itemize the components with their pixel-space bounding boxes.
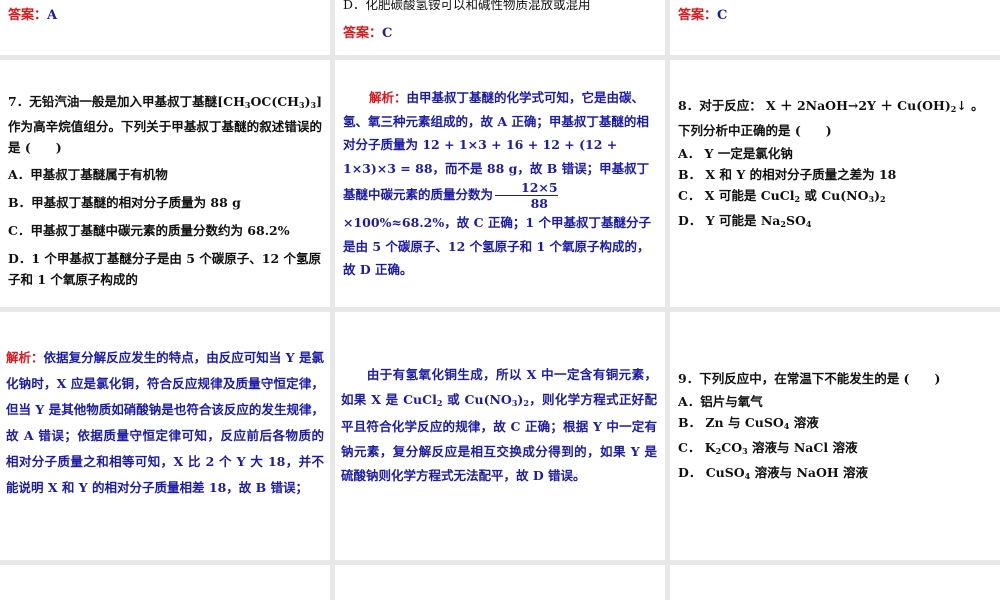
text-segment: OC(CH <box>250 94 299 109</box>
analysis-label: 解析： <box>6 350 44 365</box>
slide-analysis-8-part1[interactable]: 解析：依据复分解反应发生的特点，由反应可知当 Y 是氯化钠时，X 应是氯化铜，符… <box>0 312 330 560</box>
option: A．甲基叔丁基醚属于有机物 <box>8 167 168 182</box>
option: D． CuSO4 溶液与 NaOH 溶液 <box>678 462 992 487</box>
analysis-text: 依据复分解反应发生的特点，由反应可知当 Y 是氯化钠时，X 应是氯化铜，符合反应… <box>6 350 324 495</box>
text-segment: 或 Cu(NO <box>800 188 869 203</box>
option: A． Y 一定是氯化钠 <box>678 143 992 164</box>
option: C． K2CO3 溶液与 NaCl 溶液 <box>678 437 992 462</box>
option: C． X 可能是 CuCl2 或 Cu(NO3)2 <box>678 185 992 210</box>
text-segment: 溶液与 NaOH 溶液 <box>750 465 869 480</box>
text-segment: D． CuSO <box>678 465 745 480</box>
option: B．甲基叔丁基醚的相对分子质量为 88 g <box>8 195 241 210</box>
text-segment: SO <box>785 213 806 228</box>
slide-answer-c-1[interactable]: D．化肥碳酸氢铵可以和碱性物质混放或混用 答案：C <box>335 0 665 55</box>
answer-label: 答案： <box>678 8 718 23</box>
question-stem: 7．无铅汽油一般是加入甲基叔丁基醚[CH3OC(CH3)3] 作为高辛烷值组分。… <box>8 91 322 158</box>
text-segment: A．铝片与氧气 <box>678 394 763 409</box>
text-segment: CO <box>721 440 743 455</box>
answer-line: 答案：C <box>678 4 727 23</box>
slide-analysis-7[interactable]: 解析：由甲基叔丁基醚的化学式可知，它是由碳、氢、氧三种元素组成的，故 A 正确；… <box>335 60 665 307</box>
analysis-text-2: ×100%≈68.2%，故 C 正确；1 个甲基叔丁基醚分子是由 5 个碳原子、… <box>343 215 651 277</box>
option: B． Zn 与 CuSO4 溶液 <box>678 412 992 437</box>
question-options: A．甲基叔丁基醚属于有机物 B．甲基叔丁基醚的相对分子质量为 88 g C．甲基叔丁… <box>8 164 322 290</box>
text-segment: C． X 可能是 CuCl <box>678 188 795 203</box>
option: D． Y 可能是 Na2SO4 <box>678 210 992 235</box>
slide-answer-a[interactable]: 答案：A <box>0 0 330 55</box>
text-segment: 8．对于反应： X ＋ 2NaOH→2Y ＋ Cu(OH) <box>678 98 951 113</box>
slide-question-9[interactable]: 9．下列反应中，在常温下不能发生的是 ( ) A．铝片与氧气 B． Zn 与 Cu… <box>670 312 1000 560</box>
subscript: 2 <box>880 194 886 204</box>
option: B． X 和 Y 的相对分子质量之差为 18 <box>678 164 992 185</box>
option: A．铝片与氧气 <box>678 391 992 412</box>
slide-thumbnail-next-1[interactable] <box>0 565 330 600</box>
subscript: 4 <box>805 219 812 229</box>
slide-question-7[interactable]: 7．无铅汽油一般是加入甲基叔丁基醚[CH3OC(CH3)3] 作为高辛烷值组分。… <box>0 60 330 307</box>
question-stem: 9．下列反应中，在常温下不能发生的是 ( ) <box>678 368 992 389</box>
answer-line: 答案：A <box>8 4 57 23</box>
option-d: D．化肥碳酸氢铵可以和碱性物质混放或混用 <box>343 0 591 12</box>
answer-value: A <box>47 8 58 23</box>
text-segment: B． X 和 Y 的相对分子质量之差为 18 <box>678 167 897 182</box>
text-segment: 或 Cu(NO <box>442 391 512 407</box>
text-segment: 7．无铅汽油一般是加入甲基叔丁基醚 <box>8 94 218 109</box>
fraction-denominator: 88 <box>530 196 548 211</box>
text-segment: 溶液与 NaCl 溶液 <box>747 440 858 455</box>
fraction-numerator: 12×5 <box>495 180 558 196</box>
question-options: A．铝片与氧气 B． Zn 与 CuSO4 溶液 C． K2CO3 溶液与 NaCl… <box>678 391 992 487</box>
text-segment: [CH <box>217 94 245 109</box>
text-segment: D． Y 可能是 Na <box>678 213 781 228</box>
answer-value: C <box>382 26 393 41</box>
text-segment: C． K <box>678 440 716 455</box>
slide-thumbnail-next-2[interactable] <box>335 565 665 600</box>
question-stem: 8．对于反应： X ＋ 2NaOH→2Y ＋ Cu(OH)2↓ 。下列分析中正确… <box>678 95 992 141</box>
answer-label: 答案： <box>8 8 48 23</box>
text-segment: B． Zn 与 CuSO <box>678 415 784 430</box>
analysis-text: 由于有氢氧化铜生成，所以 X 中一定含有铜元素，如果 X 是 CuCl2 或 C… <box>341 363 657 489</box>
fraction: 12×5 88 <box>495 180 558 211</box>
slide-analysis-8-part2[interactable]: 由于有氢氧化铜生成，所以 X 中一定含有铜元素，如果 X 是 CuCl2 或 C… <box>335 312 665 560</box>
text-segment: 溶液 <box>789 415 819 430</box>
text-segment: A． Y 一定是氯化钠 <box>678 146 793 161</box>
slide-thumbnail-next-3[interactable] <box>670 565 1000 600</box>
option: C．甲基叔丁基醚中碳元素的质量分数约为 68.2% <box>8 223 290 238</box>
answer-line: 答案：C <box>343 22 392 41</box>
analysis-label: 解析： <box>369 90 407 105</box>
text-segment: 9．下列反应中，在常温下不能发生的是 ( ) <box>678 371 941 386</box>
answer-value: C <box>717 8 728 23</box>
question-options: A． Y 一定是氯化钠 B． X 和 Y 的相对分子质量之差为 18 C． X 可能… <box>678 143 992 235</box>
slide-question-8[interactable]: 8．对于反应： X ＋ 2NaOH→2Y ＋ Cu(OH)2↓ 。下列分析中正确… <box>670 60 1000 307</box>
slide-answer-c-2[interactable]: 答案：C <box>670 0 1000 55</box>
answer-label: 答案： <box>343 26 383 41</box>
option: D．1 个甲基叔丁基醚分子是由 5 个碳原子、12 个氢原子和 1 个氧原子构成… <box>8 251 322 287</box>
